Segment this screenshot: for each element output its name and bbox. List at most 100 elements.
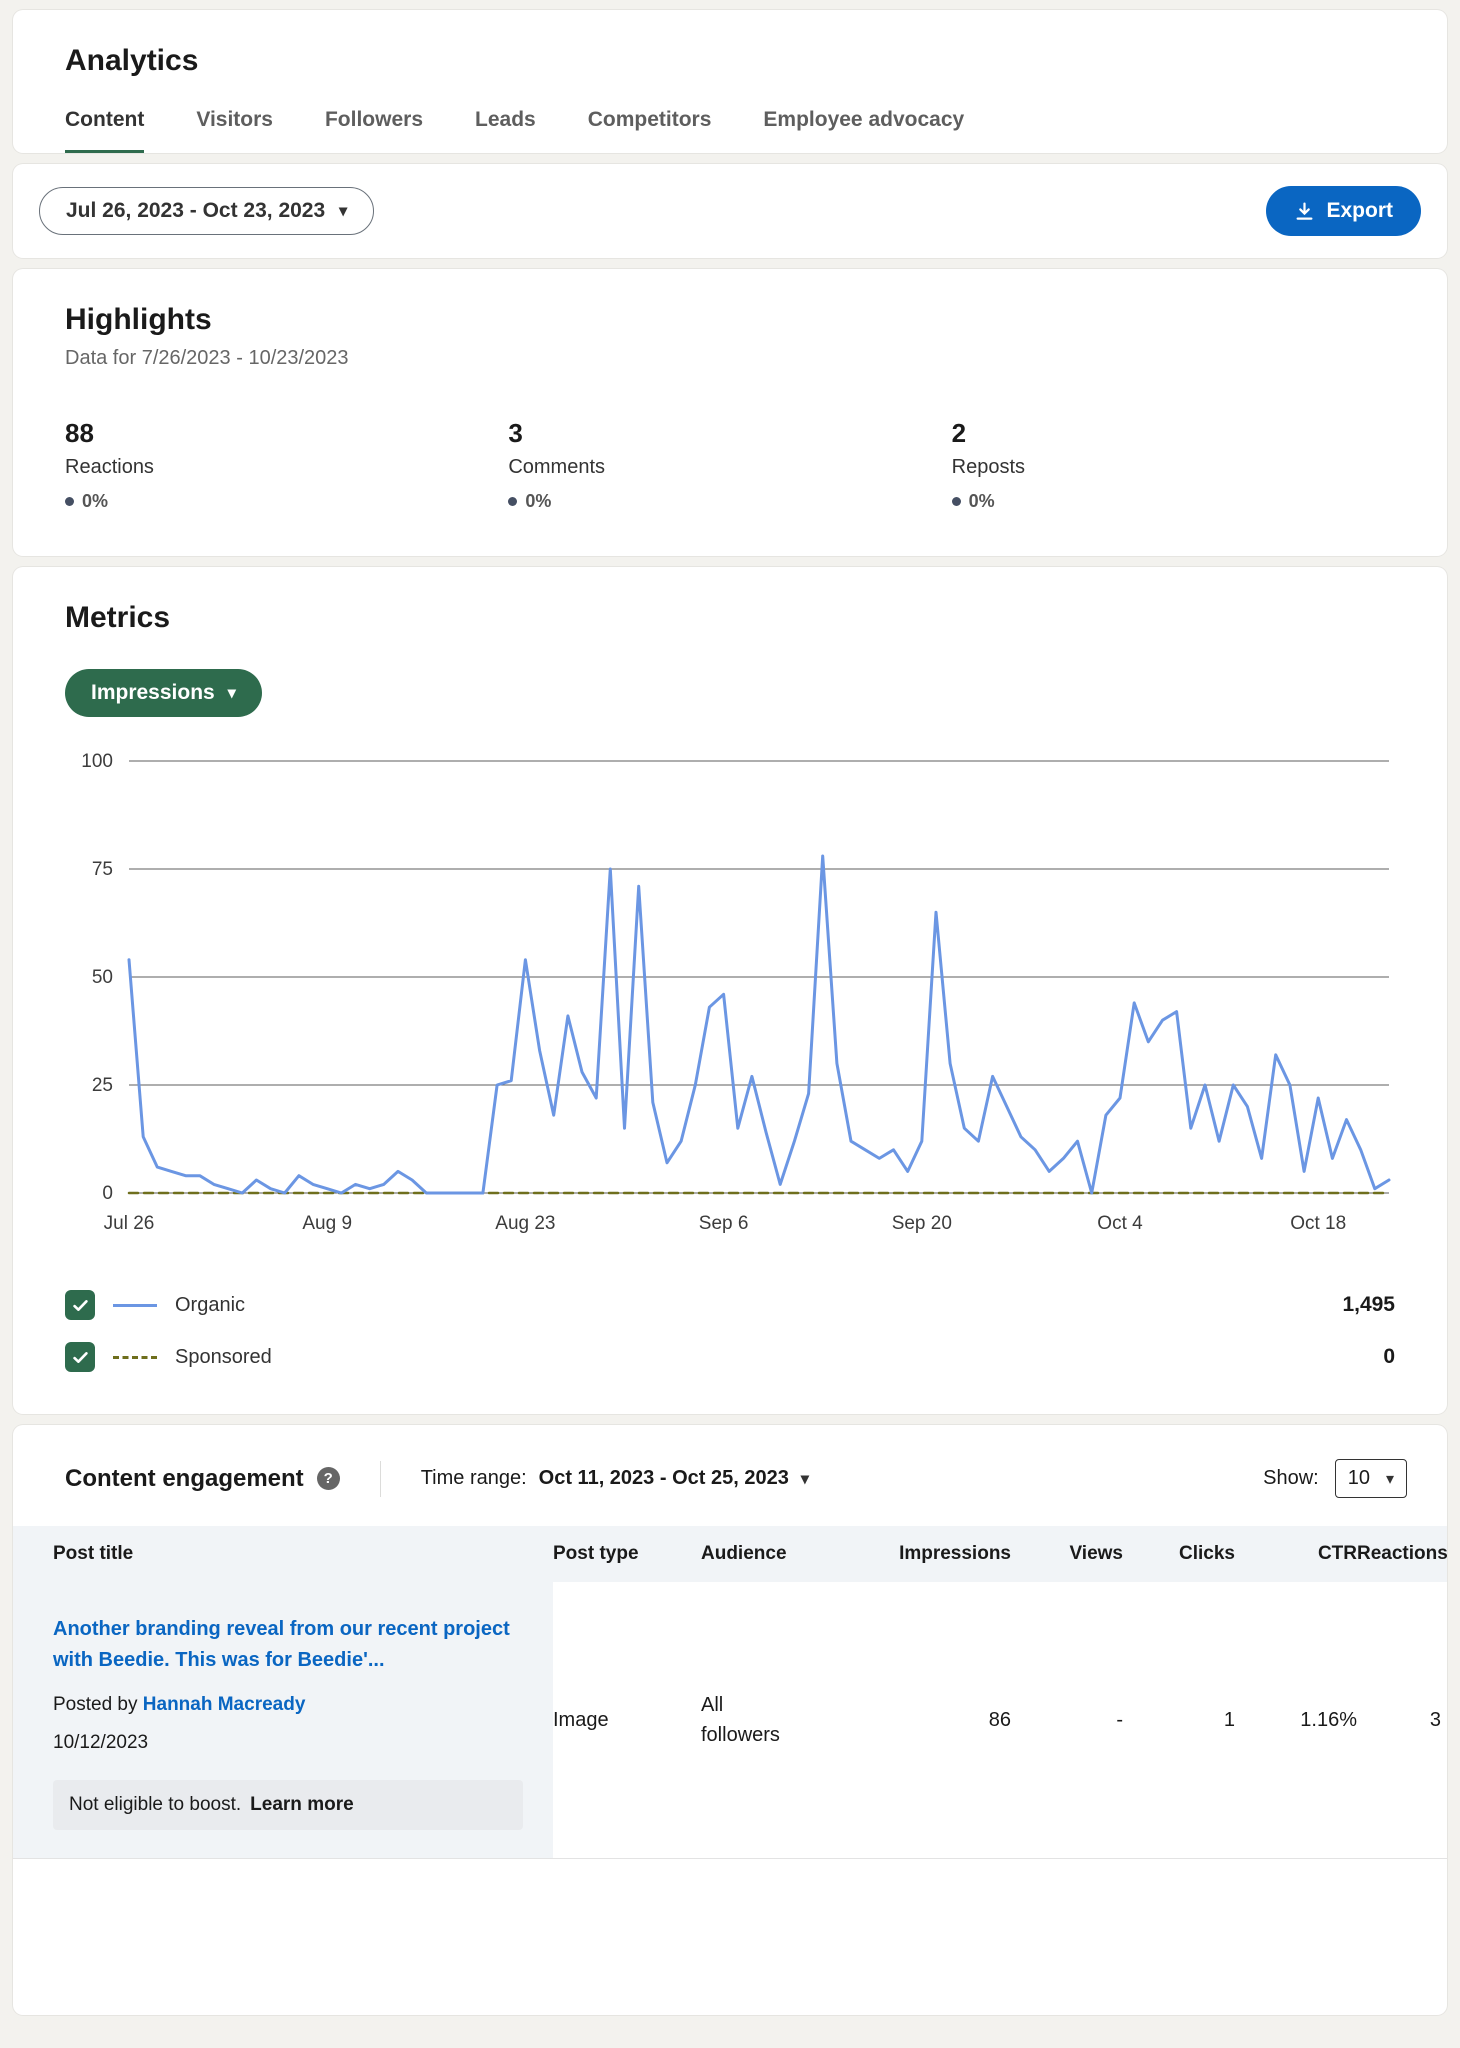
chevron-down-icon: ▾ bbox=[228, 683, 236, 703]
sponsored-line-swatch bbox=[113, 1356, 157, 1359]
engagement-table: Post title Post type Audience Impression… bbox=[13, 1526, 1447, 1859]
boost-note: Not eligible to boost. bbox=[69, 1794, 241, 1816]
sponsored-total: 0 bbox=[1383, 1345, 1395, 1369]
highlights-stats: 88 Reactions 0% 3 Comments 0% 2 Reposts bbox=[65, 418, 1395, 512]
svg-text:100: 100 bbox=[81, 751, 113, 772]
svg-text:50: 50 bbox=[92, 967, 113, 988]
analytics-page: Analytics Content Visitors Followers Lea… bbox=[0, 0, 1460, 2025]
post-title-link[interactable]: Another branding reveal from our recent … bbox=[53, 1614, 523, 1676]
tab-employee-advocacy[interactable]: Employee advocacy bbox=[763, 108, 964, 153]
export-label: Export bbox=[1326, 199, 1393, 223]
audience-cell: All followers bbox=[701, 1582, 843, 1858]
chevron-down-icon: ▾ bbox=[801, 1469, 809, 1489]
metrics-title: Metrics bbox=[65, 601, 1395, 635]
column-header-post-type: Post type bbox=[553, 1526, 701, 1582]
show-label: Show: bbox=[1263, 1467, 1319, 1490]
toolbar-card: Jul 26, 2023 - Oct 23, 2023 ▾ Export bbox=[13, 164, 1447, 258]
metrics-card: Metrics Impressions ▾ 0 25 50 75 100 Jul 26 Au… bbox=[13, 567, 1447, 1414]
help-icon[interactable]: ? bbox=[317, 1467, 340, 1490]
delta-value: 0% bbox=[82, 491, 108, 512]
legend-label-organic: Organic bbox=[175, 1294, 245, 1317]
highlights-subtitle: Data for 7/26/2023 - 10/23/2023 bbox=[65, 347, 1395, 370]
delta-dot-icon bbox=[65, 497, 74, 506]
organic-line-swatch bbox=[113, 1304, 157, 1307]
check-icon bbox=[71, 1296, 90, 1315]
svg-text:0: 0 bbox=[102, 1183, 113, 1204]
tab-competitors[interactable]: Competitors bbox=[588, 108, 712, 153]
download-icon bbox=[1294, 201, 1315, 222]
time-range-selector[interactable]: Oct 11, 2023 - Oct 25, 2023 ▾ bbox=[539, 1467, 809, 1490]
date-range-label: Jul 26, 2023 - Oct 23, 2023 bbox=[66, 199, 325, 223]
column-header-audience: Audience bbox=[701, 1526, 843, 1582]
analytics-header-card: Analytics Content Visitors Followers Lea… bbox=[13, 10, 1447, 153]
delta-value: 0% bbox=[525, 491, 551, 512]
highlights-card: Highlights Data for 7/26/2023 - 10/23/20… bbox=[13, 269, 1447, 556]
svg-text:Aug 9: Aug 9 bbox=[302, 1213, 352, 1234]
stat-value: 3 bbox=[508, 418, 951, 449]
delta-value: 0% bbox=[969, 491, 995, 512]
author-link[interactable]: Hannah Macready bbox=[143, 1694, 306, 1715]
legend-row-sponsored: Sponsored 0 bbox=[65, 1342, 1395, 1372]
show-count-select[interactable]: 10 ▾ bbox=[1335, 1459, 1407, 1498]
svg-text:25: 25 bbox=[92, 1075, 113, 1096]
reactions-cell: 3 bbox=[1357, 1582, 1447, 1858]
stat-comments: 3 Comments 0% bbox=[508, 418, 951, 512]
stat-reactions: 88 Reactions 0% bbox=[65, 418, 508, 512]
stat-delta: 0% bbox=[508, 491, 951, 512]
export-button[interactable]: Export bbox=[1266, 186, 1421, 236]
stat-value: 2 bbox=[952, 418, 1395, 449]
divider bbox=[380, 1461, 381, 1497]
highlights-title: Highlights bbox=[65, 303, 1395, 337]
posted-by-label: Posted by bbox=[53, 1694, 138, 1715]
check-icon bbox=[71, 1348, 90, 1367]
stat-reposts: 2 Reposts 0% bbox=[952, 418, 1395, 512]
posted-by: Posted by Hannah Macready bbox=[53, 1694, 523, 1716]
svg-text:Sep 20: Sep 20 bbox=[892, 1213, 952, 1234]
boost-eligibility-badge: Not eligible to boost. Learn more bbox=[53, 1780, 523, 1830]
time-range-value: Oct 11, 2023 - Oct 25, 2023 bbox=[539, 1467, 789, 1490]
svg-text:Aug 23: Aug 23 bbox=[495, 1213, 555, 1234]
svg-text:Sep 6: Sep 6 bbox=[699, 1213, 749, 1234]
sponsored-checkbox[interactable] bbox=[65, 1342, 95, 1372]
tab-leads[interactable]: Leads bbox=[475, 108, 536, 153]
engagement-header: Content engagement ? Time range: Oct 11,… bbox=[13, 1455, 1447, 1526]
post-date: 10/12/2023 bbox=[53, 1732, 523, 1754]
table-row: Another branding reveal from our recent … bbox=[13, 1582, 1447, 1858]
column-header-ctr: CTR bbox=[1235, 1526, 1357, 1582]
column-header-post-title: Post title bbox=[13, 1526, 553, 1582]
views-cell: - bbox=[1011, 1582, 1123, 1858]
stat-label: Comments bbox=[508, 456, 951, 479]
legend-label-sponsored: Sponsored bbox=[175, 1346, 272, 1369]
row-divider bbox=[13, 1858, 1447, 1859]
svg-text:Jul 26: Jul 26 bbox=[104, 1213, 155, 1234]
stat-value: 88 bbox=[65, 418, 508, 449]
tab-content[interactable]: Content bbox=[65, 108, 144, 153]
analytics-tabs: Content Visitors Followers Leads Competi… bbox=[65, 108, 1395, 153]
impressions-cell: 86 bbox=[843, 1582, 1011, 1858]
stat-label: Reposts bbox=[952, 456, 1395, 479]
column-header-views: Views bbox=[1011, 1526, 1123, 1582]
ctr-cell: 1.16% bbox=[1235, 1582, 1357, 1858]
table-header-row: Post title Post type Audience Impression… bbox=[13, 1526, 1447, 1582]
stat-label: Reactions bbox=[65, 456, 508, 479]
engagement-title: Content engagement bbox=[65, 1465, 304, 1493]
organic-checkbox[interactable] bbox=[65, 1290, 95, 1320]
tab-visitors[interactable]: Visitors bbox=[196, 108, 273, 153]
delta-dot-icon bbox=[952, 497, 961, 506]
page-title: Analytics bbox=[65, 44, 1395, 78]
post-type-cell: Image bbox=[553, 1582, 701, 1858]
svg-text:Oct 4: Oct 4 bbox=[1097, 1213, 1143, 1234]
date-range-selector[interactable]: Jul 26, 2023 - Oct 23, 2023 ▾ bbox=[39, 187, 374, 235]
svg-text:75: 75 bbox=[92, 859, 113, 880]
column-header-impressions: Impressions bbox=[843, 1526, 1011, 1582]
chevron-down-icon: ▾ bbox=[1386, 1469, 1394, 1489]
legend-row-organic: Organic 1,495 bbox=[65, 1290, 1395, 1320]
tab-followers[interactable]: Followers bbox=[325, 108, 423, 153]
learn-more-link[interactable]: Learn more bbox=[250, 1794, 353, 1816]
delta-dot-icon bbox=[508, 497, 517, 506]
metric-selector-dropdown[interactable]: Impressions ▾ bbox=[65, 669, 262, 717]
chart-legend: Organic 1,495 Sponsored 0 bbox=[65, 1290, 1395, 1372]
clicks-cell: 1 bbox=[1123, 1582, 1235, 1858]
show-group: Show: 10 ▾ bbox=[1263, 1459, 1407, 1498]
post-title-cell: Another branding reveal from our recent … bbox=[13, 1582, 553, 1858]
